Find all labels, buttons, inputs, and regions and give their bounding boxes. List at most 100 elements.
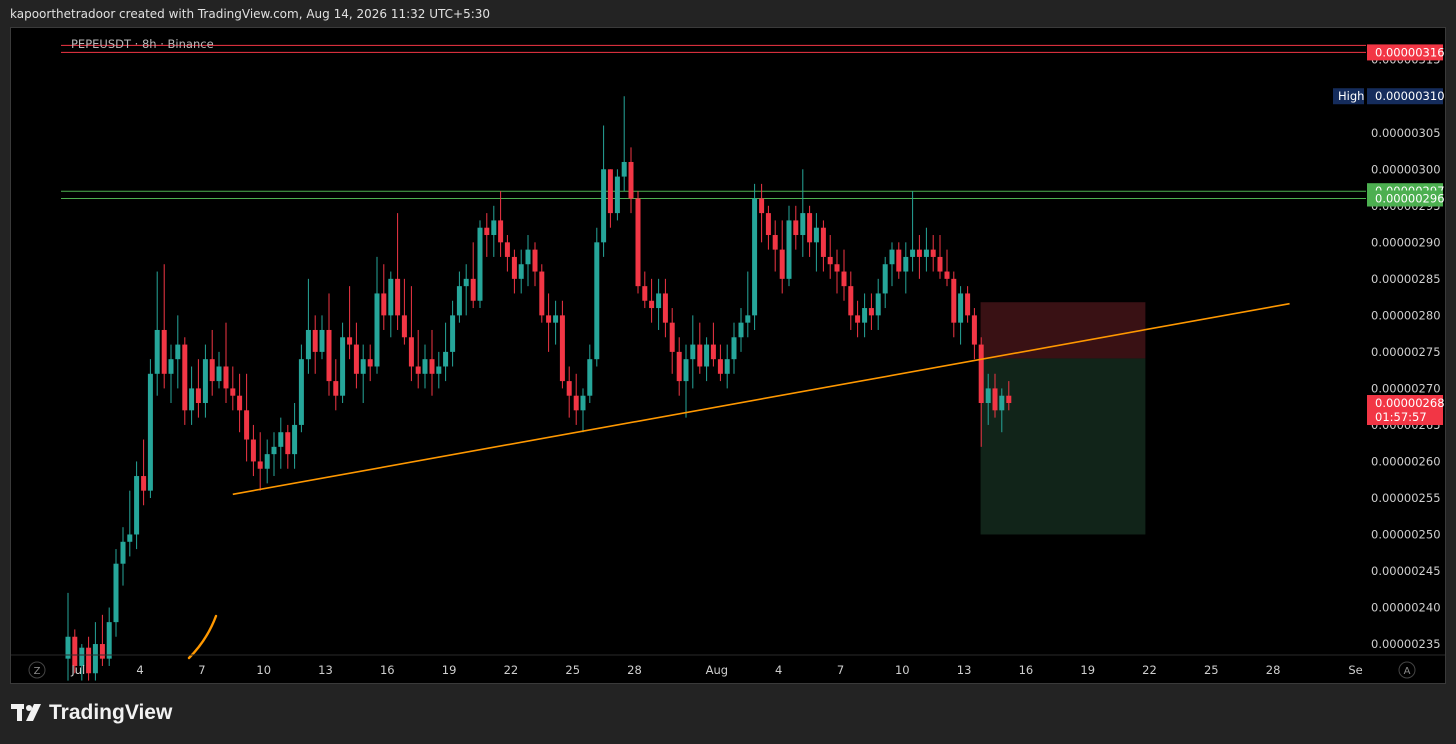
candle[interactable] (862, 293, 868, 338)
candle[interactable] (834, 249, 840, 294)
candle[interactable] (759, 183, 765, 243)
candle[interactable] (463, 264, 469, 316)
candle[interactable] (944, 249, 950, 287)
candle[interactable] (697, 322, 703, 374)
candle[interactable] (731, 322, 737, 374)
candle[interactable] (86, 636, 92, 681)
candle[interactable] (587, 344, 593, 404)
candle[interactable] (401, 278, 407, 345)
candle[interactable] (422, 344, 428, 389)
candle[interactable] (491, 205, 497, 257)
auto-scale-button[interactable]: A (1398, 661, 1416, 679)
candle[interactable] (607, 169, 613, 228)
candle[interactable] (649, 278, 655, 323)
candle[interactable] (470, 242, 476, 309)
candle[interactable] (484, 213, 490, 257)
zoom-reset-button[interactable]: Z (28, 661, 46, 679)
candle[interactable] (154, 271, 160, 396)
candle[interactable] (381, 264, 387, 330)
candle[interactable] (539, 264, 545, 323)
candle[interactable] (765, 205, 771, 250)
candle[interactable] (367, 344, 373, 382)
candle[interactable] (628, 147, 634, 214)
candle[interactable] (642, 271, 648, 309)
candle[interactable] (820, 220, 826, 272)
candle[interactable] (285, 424, 291, 469)
candle[interactable] (690, 315, 696, 389)
candle[interactable] (223, 322, 229, 404)
candle[interactable] (504, 235, 510, 272)
candle[interactable] (594, 227, 600, 367)
candle[interactable] (209, 329, 215, 396)
candle[interactable] (916, 235, 922, 279)
candle[interactable] (910, 191, 916, 272)
candle[interactable] (189, 366, 195, 425)
candle[interactable] (772, 220, 778, 272)
candle[interactable] (147, 359, 153, 498)
candle[interactable] (965, 286, 971, 323)
candle[interactable] (443, 322, 449, 382)
candle[interactable] (388, 271, 394, 338)
candle[interactable] (395, 213, 401, 330)
candle[interactable] (326, 293, 332, 396)
candle[interactable] (99, 614, 105, 666)
candle[interactable] (717, 344, 723, 382)
candle[interactable] (786, 205, 792, 287)
candle[interactable] (793, 205, 799, 250)
candle[interactable] (882, 256, 888, 309)
candle[interactable] (841, 249, 847, 301)
candle[interactable] (559, 300, 565, 389)
candle[interactable] (120, 527, 126, 586)
candle[interactable] (216, 351, 222, 389)
candle[interactable] (573, 373, 579, 425)
candle[interactable] (800, 169, 806, 257)
candle[interactable] (669, 308, 675, 374)
candle[interactable] (889, 242, 895, 287)
candle[interactable] (656, 278, 662, 330)
position-stop-zone[interactable] (980, 302, 1146, 359)
candle[interactable] (292, 403, 298, 469)
candle[interactable] (415, 329, 421, 389)
candle[interactable] (175, 315, 181, 389)
candle[interactable] (305, 278, 311, 374)
candle[interactable] (498, 191, 504, 257)
candle[interactable] (813, 213, 819, 272)
candle[interactable] (951, 271, 957, 338)
candle[interactable] (546, 293, 552, 352)
candle[interactable] (566, 366, 572, 418)
candle[interactable] (477, 220, 483, 309)
candle[interactable] (724, 344, 730, 389)
candle[interactable] (271, 432, 277, 477)
candle[interactable] (127, 490, 133, 557)
candle[interactable] (106, 607, 112, 666)
candle[interactable] (312, 315, 318, 374)
candle[interactable] (92, 622, 98, 681)
candle[interactable] (635, 191, 641, 294)
candle[interactable] (958, 286, 964, 345)
candle[interactable] (202, 344, 208, 418)
position-target-zone[interactable] (980, 358, 1146, 535)
candle[interactable] (848, 271, 854, 330)
candle[interactable] (347, 286, 353, 360)
candle[interactable] (141, 439, 147, 506)
tradingview-logo[interactable]: TradingView (11, 701, 172, 725)
candle[interactable] (896, 242, 902, 279)
candle[interactable] (182, 337, 188, 425)
candle[interactable] (930, 235, 936, 272)
candle[interactable] (868, 293, 874, 330)
candle[interactable] (230, 366, 236, 411)
candle[interactable] (168, 344, 174, 404)
candle[interactable] (903, 242, 909, 294)
candle[interactable] (923, 227, 929, 272)
candle[interactable] (553, 300, 559, 345)
candle[interactable] (436, 351, 442, 389)
candle[interactable] (113, 549, 119, 637)
candle[interactable] (621, 96, 627, 192)
candle[interactable] (745, 271, 751, 338)
chart-panel[interactable]: 0.00000235 0.00000240 0.00000245 0.00000250… (10, 27, 1446, 684)
candle[interactable] (374, 256, 380, 374)
candle[interactable] (134, 461, 140, 550)
candle[interactable] (518, 249, 524, 294)
hand-drawn-curve[interactable] (187, 614, 218, 660)
candle[interactable] (264, 439, 270, 484)
